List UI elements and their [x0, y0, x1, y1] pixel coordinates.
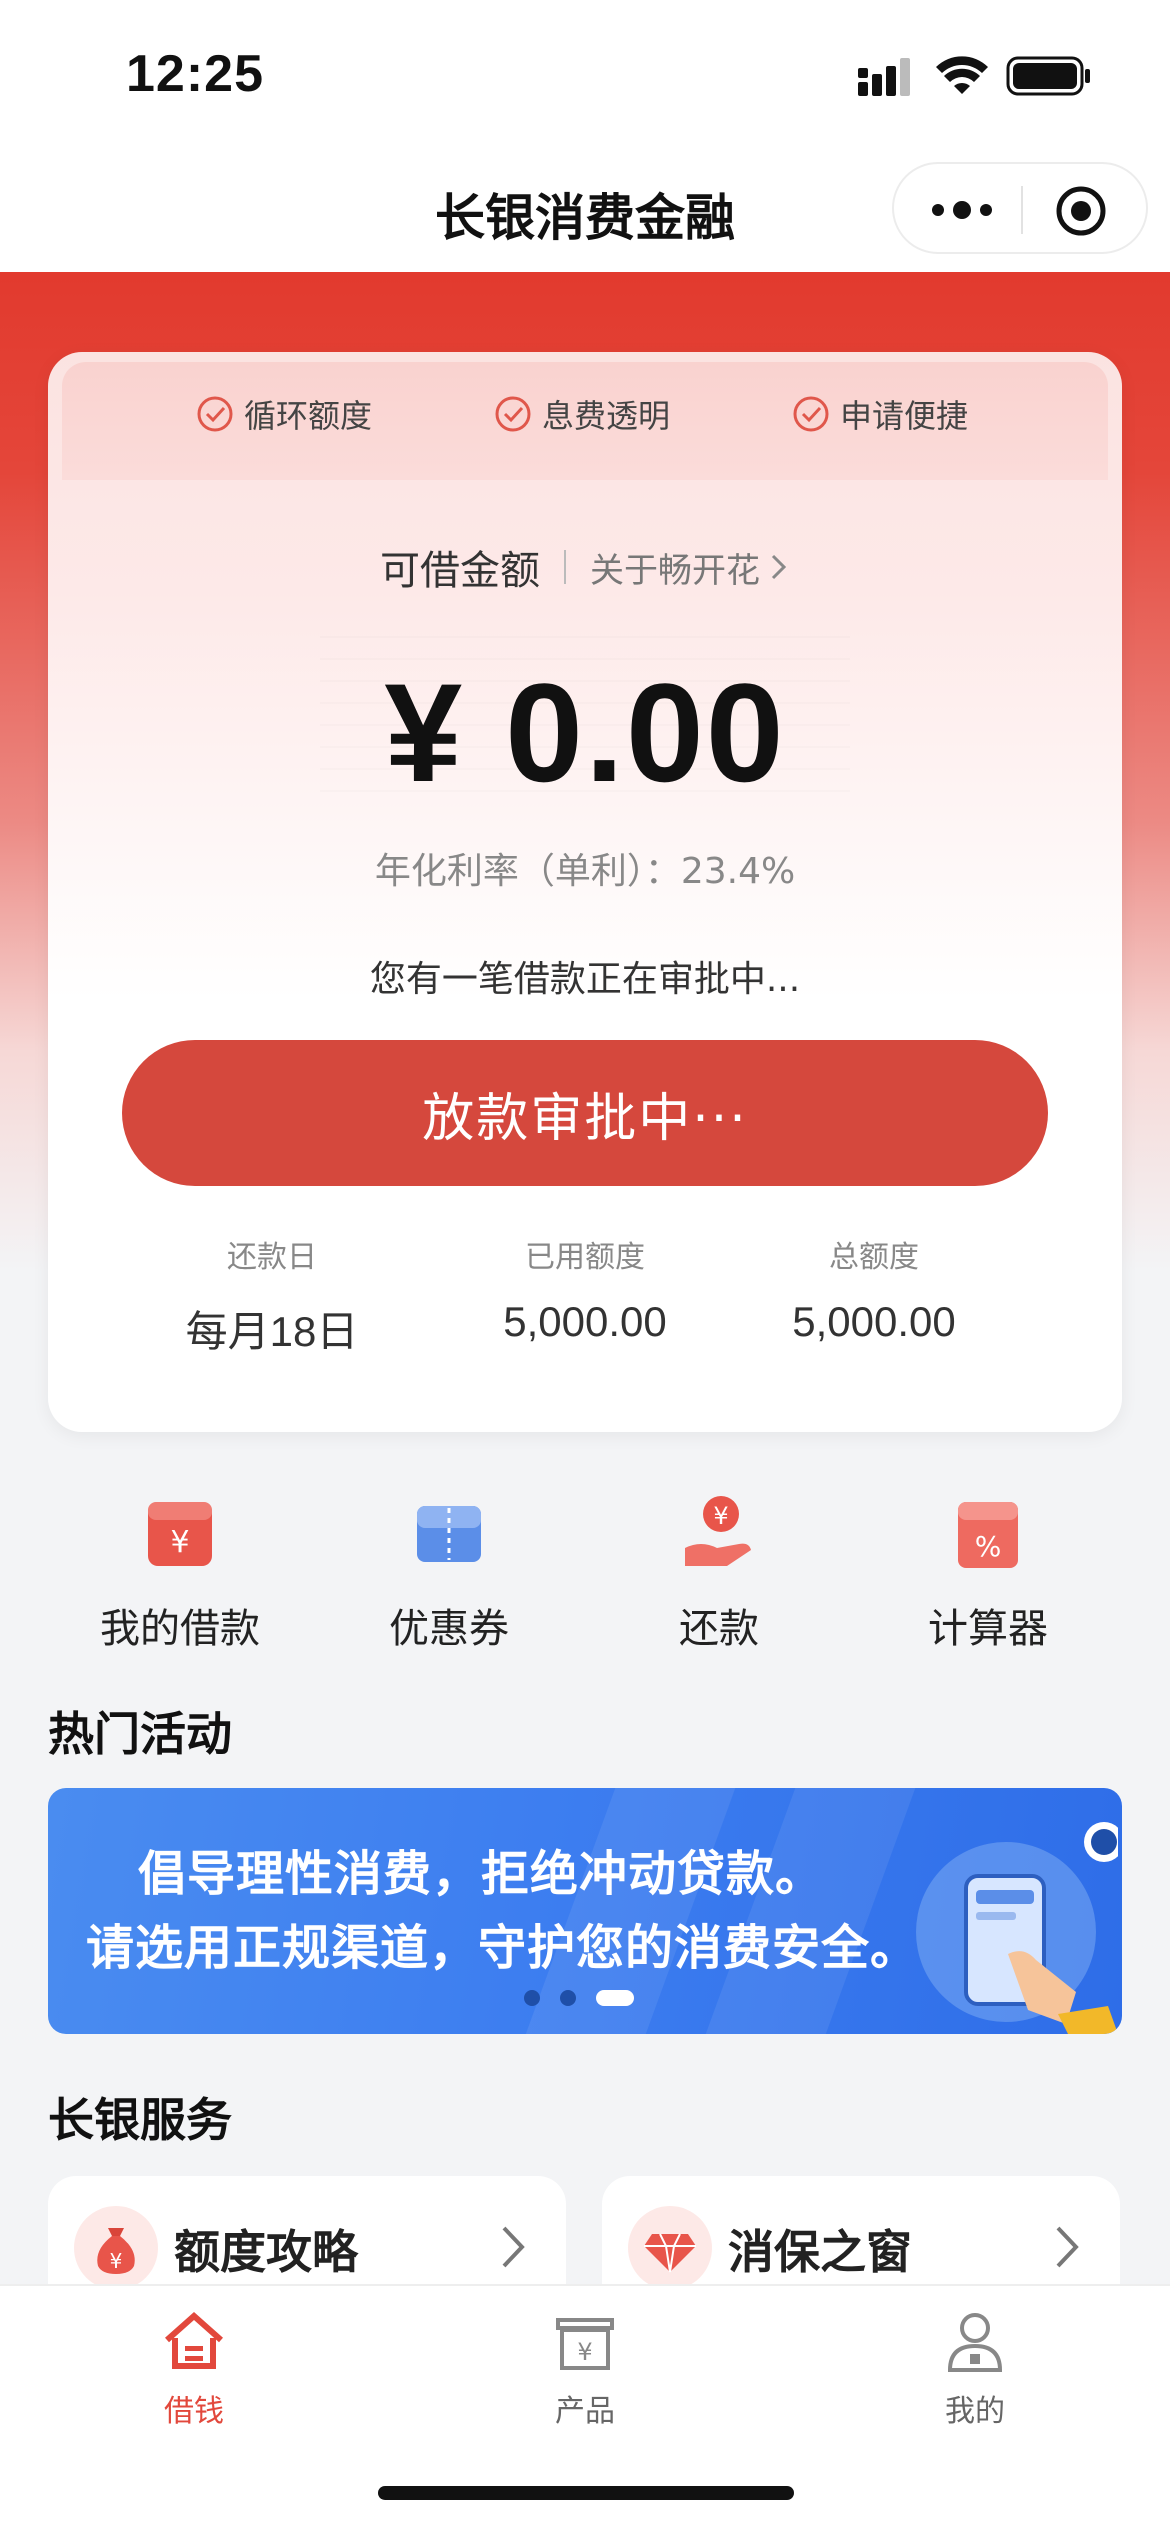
diamond-icon [644, 2233, 696, 2273]
activity-banner[interactable]: 倡导理性消费，拒绝冲动贷款。 请选用正规渠道，守护您的消费安全。 [48, 1788, 1122, 2034]
home-icon [165, 2311, 223, 2369]
available-label: 可借金额 [380, 548, 540, 594]
quick-repay[interactable]: ¥ 还款 [599, 1492, 839, 1654]
nav-bar: 长银消费金融 [0, 150, 1170, 272]
svg-text:%: % [975, 1530, 1002, 1563]
service-icon-wrap: ¥ [74, 2206, 158, 2290]
status-time: 12:25 [126, 45, 264, 103]
repay-icon: ¥ [685, 1496, 751, 1566]
feature-item: 息费透明 [494, 392, 670, 436]
feature-item: 循环额度 [196, 392, 372, 436]
page-dot[interactable] [524, 1990, 540, 2006]
available-amount-header: 可借金额 关于畅开花 [48, 538, 1122, 596]
page-dot-active[interactable] [596, 1990, 634, 2006]
tab-borrow[interactable]: 借钱 [104, 2306, 284, 2430]
battery-icon [1006, 56, 1090, 96]
tab-mine[interactable]: 我的 [885, 2306, 1065, 2430]
stat-repayment-day: 还款日 每月18日 [185, 1240, 359, 1355]
chevron-right-icon [502, 2226, 525, 2268]
divider [564, 550, 566, 584]
available-amount: ¥ 0.00 [384, 654, 786, 811]
loan-icon: ¥ [148, 1502, 212, 1566]
check-circle-icon [197, 396, 233, 432]
chevron-right-icon [1056, 2226, 1079, 2268]
banner-line-2: 请选用正规渠道，守护您的消费安全。 [86, 1920, 920, 1976]
cellular-signal-icon [858, 58, 910, 96]
feature-item: 申请便捷 [792, 392, 968, 436]
section-title-hot: 热门活动 [48, 1707, 232, 1761]
profile-icon [947, 2313, 1003, 2372]
quick-coupons[interactable]: 优惠券 [329, 1492, 569, 1654]
stat-used-credit: 已用额度 5,000.00 [503, 1240, 667, 1345]
loan-approval-button[interactable]: 放款审批中··· [122, 1040, 1048, 1186]
banner-line-1: 倡导理性消费，拒绝冲动贷款。 [138, 1846, 825, 1902]
calculator-icon: % [958, 1502, 1018, 1568]
quick-my-loans[interactable]: ¥ 我的借款 [60, 1492, 300, 1654]
status-bar: 12:25 [0, 0, 1170, 150]
page-dot[interactable] [560, 1990, 576, 2006]
svg-text:¥: ¥ [110, 2249, 123, 2273]
credit-card-panel: 循环额度 息费透明 申请便捷 可借金额 关于畅开花 ¥ 0.00 年化利率（单利… [48, 352, 1122, 1432]
about-link[interactable]: 关于畅开花 [590, 543, 790, 592]
home-indicator [378, 2486, 794, 2500]
phone-hand-illustration [916, 1822, 1118, 2034]
interest-rate: 年化利率（单利）：23.4% [374, 851, 796, 892]
section-title-services: 长银服务 [48, 2093, 232, 2147]
quick-calculator[interactable]: % 计算器 [868, 1492, 1108, 1654]
banner-pagination [524, 1990, 654, 2006]
coupon-icon [417, 1506, 481, 1562]
tab-products[interactable]: ¥ 产品 [495, 2306, 675, 2430]
stat-total-credit: 总额度 5,000.00 [792, 1240, 956, 1345]
chevron-right-icon [771, 554, 787, 580]
close-miniprogram-icon[interactable] [1054, 184, 1108, 238]
wifi-icon [936, 56, 988, 94]
svg-text:¥: ¥ [577, 2338, 592, 2366]
pending-notice: 您有一笔借款正在审批中... [369, 959, 801, 1000]
check-circle-icon [495, 396, 531, 432]
more-icon[interactable] [926, 186, 998, 234]
product-icon: ¥ [556, 2318, 614, 2370]
capsule-divider [1021, 186, 1023, 234]
money-bag-icon: ¥ [97, 2228, 135, 2274]
svg-text:¥: ¥ [713, 1502, 728, 1530]
service-icon-wrap [628, 2206, 712, 2290]
mini-program-capsule [892, 162, 1148, 254]
svg-text:¥: ¥ [170, 1525, 189, 1560]
check-circle-icon [793, 396, 829, 432]
